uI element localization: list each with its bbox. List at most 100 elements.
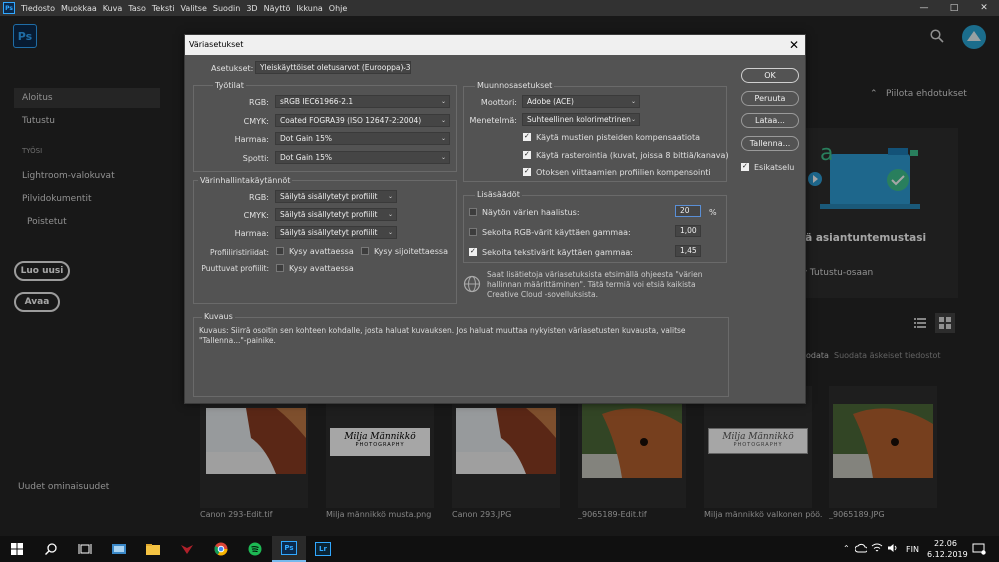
- minimize-icon[interactable]: —: [909, 0, 939, 16]
- clock-date[interactable]: 6.12.2019: [927, 550, 968, 559]
- windows-start-icon[interactable]: [0, 536, 34, 562]
- scene-checkbox[interactable]: [523, 167, 531, 176]
- menu-3d[interactable]: 3D: [246, 4, 257, 13]
- cloud-sync-icon[interactable]: [854, 543, 868, 553]
- chrome-icon[interactable]: [204, 536, 238, 562]
- ws-rgb-select[interactable]: sRGB IEC61966-2.1 ⌄: [275, 95, 450, 108]
- pol-cmyk-value: Säilytä sisällytetyt profiilit: [280, 210, 378, 219]
- color-settings-dialog: Väriasetukset ✕ Asetukset: Yleiskäyttöis…: [184, 34, 806, 404]
- mismatch-ask-open-label: Kysy avattaessa: [289, 247, 354, 256]
- volume-icon[interactable]: [887, 543, 899, 553]
- chevron-down-icon: ⌄: [387, 211, 393, 218]
- blend-rgb-input[interactable]: 1,00: [675, 225, 701, 237]
- ws-cmyk-value: Coated FOGRA39 (ISO 12647-2:2004): [280, 116, 422, 125]
- chevron-down-icon: ⌄: [387, 229, 393, 236]
- menu-select[interactable]: Valitse: [180, 4, 206, 13]
- menu-image[interactable]: Kuva: [103, 4, 123, 13]
- ws-gray-label: Harmaa:: [234, 135, 269, 144]
- search-icon[interactable]: [34, 536, 68, 562]
- missing-label: Puuttuvat profiilit:: [201, 264, 269, 273]
- desaturate-checkbox[interactable]: [469, 208, 477, 216]
- blend-text-input[interactable]: 1,45: [675, 245, 701, 257]
- pol-gray-value: Säilytä sisällytetyt profiilit: [280, 228, 378, 237]
- close-icon[interactable]: ✕: [969, 0, 999, 16]
- ok-button[interactable]: OK: [741, 68, 799, 83]
- mismatch-ask-paste-label: Kysy sijoitettaessa: [374, 247, 448, 256]
- language-indicator[interactable]: FIN: [906, 545, 919, 554]
- menu-filter[interactable]: Suodin: [213, 4, 240, 13]
- photoshop-taskbar-label: Ps: [281, 541, 297, 555]
- bpc-checkbox[interactable]: [523, 132, 531, 141]
- mismatch-ask-paste-checkbox[interactable]: [361, 247, 369, 255]
- ws-gray-select[interactable]: Dot Gain 15% ⌄: [275, 132, 450, 145]
- menu-layer[interactable]: Taso: [128, 4, 146, 13]
- missing-ask-open-label: Kysy avattaessa: [289, 264, 354, 273]
- pol-cmyk-select[interactable]: Säilytä sisällytetyt profiilit ⌄: [275, 208, 397, 221]
- pol-rgb-select[interactable]: Säilytä sisällytetyt profiilit ⌄: [275, 190, 397, 203]
- task-view-icon[interactable]: [68, 536, 102, 562]
- description-text: Kuvaus: Siirrä osoitin sen kohteen kohda…: [199, 326, 686, 345]
- menu-type[interactable]: Teksti: [152, 4, 175, 13]
- window-controls: — □ ✕: [909, 0, 999, 16]
- close-icon[interactable]: ✕: [789, 35, 799, 55]
- menu-file[interactable]: Tiedosto: [21, 4, 55, 13]
- globe-info-icon: [463, 275, 481, 293]
- preview-checkbox[interactable]: [741, 162, 749, 171]
- settings-select[interactable]: Yleiskäyttöiset oletusarvot (Eurooppa) 3…: [255, 61, 411, 74]
- working-spaces-title: Työtilat: [213, 81, 246, 90]
- ws-gray-value: Dot Gain 15%: [280, 134, 332, 143]
- pol-cmyk-label: CMYK:: [243, 211, 269, 220]
- chevron-down-icon: ⌄: [630, 98, 636, 105]
- ws-spot-select[interactable]: Dot Gain 15% ⌄: [275, 151, 450, 164]
- engine-select[interactable]: Adobe (ACE) ⌄: [522, 95, 640, 108]
- pol-rgb-value: Säilytä sisällytetyt profiilit: [280, 192, 378, 201]
- predator-icon[interactable]: [170, 536, 204, 562]
- mismatch-label: Profiiliristiriidat:: [209, 248, 269, 257]
- load-button[interactable]: Lataa...: [741, 113, 799, 128]
- mismatch-ask-open-checkbox[interactable]: [276, 247, 284, 255]
- file-explorer-icon[interactable]: [136, 536, 170, 562]
- menu-window[interactable]: Ikkuna: [296, 4, 322, 13]
- save-button[interactable]: Tallenna...: [741, 136, 799, 151]
- cancel-button[interactable]: Peruuta: [741, 91, 799, 106]
- chevron-down-icon: ⌄: [630, 116, 636, 123]
- settings-select-value: Yleiskäyttöiset oletusarvot (Eurooppa) 3: [260, 63, 411, 72]
- chevron-up-icon[interactable]: ⌃: [843, 544, 850, 553]
- ws-spot-label: Spotti:: [242, 154, 269, 163]
- ws-cmyk-select[interactable]: Coated FOGRA39 (ISO 12647-2:2004) ⌄: [275, 114, 450, 127]
- taskbar-lightroom-icon[interactable]: Lr: [306, 536, 340, 562]
- percent-label: %: [709, 208, 717, 217]
- menu-view[interactable]: Näyttö: [264, 4, 291, 13]
- description-title: Kuvaus: [202, 312, 235, 321]
- chevron-down-icon: ⌄: [440, 154, 446, 161]
- missing-ask-open-checkbox[interactable]: [276, 264, 284, 272]
- maximize-icon[interactable]: □: [939, 0, 969, 16]
- spotify-icon[interactable]: [238, 536, 272, 562]
- menu-edit[interactable]: Muokkaa: [61, 4, 97, 13]
- conversion-title: Muunnosasetukset: [475, 81, 555, 90]
- chevron-down-icon: ⌄: [387, 193, 393, 200]
- dither-checkbox[interactable]: [523, 150, 531, 159]
- wifi-icon[interactable]: [871, 543, 883, 553]
- notifications-icon[interactable]: [972, 543, 986, 555]
- windows-taskbar: Ps Lr ⌃ FIN 22.06 6.12.2019: [0, 536, 999, 562]
- ws-spot-value: Dot Gain 15%: [280, 153, 332, 162]
- menu-help[interactable]: Ohje: [329, 4, 348, 13]
- pol-rgb-label: RGB:: [249, 193, 269, 202]
- chevron-down-icon: ⌄: [440, 98, 446, 105]
- pol-gray-select[interactable]: Säilytä sisällytetyt profiilit ⌄: [275, 226, 397, 239]
- taskbar-photoshop-icon[interactable]: Ps: [272, 536, 306, 562]
- ws-rgb-label: RGB:: [249, 98, 269, 107]
- menu-bar: Ps Tiedosto Muokkaa Kuva Taso Teksti Val…: [0, 0, 999, 16]
- advanced-title: Lisäsäädöt: [475, 190, 522, 199]
- intent-select[interactable]: Suhteellinen kolorimetrinen ⌄: [522, 113, 640, 126]
- ws-cmyk-label: CMYK:: [243, 117, 269, 126]
- control-panel-icon[interactable]: [102, 536, 136, 562]
- chevron-down-icon: ⌄: [440, 135, 446, 142]
- bpc-label: Käytä mustien pisteiden kompensaatiota: [536, 133, 700, 142]
- clock-time[interactable]: 22.06: [934, 539, 957, 548]
- policies-title: Värinhallintakäytännöt: [198, 176, 293, 185]
- desaturate-input[interactable]: 20: [675, 205, 701, 217]
- blend-rgb-checkbox[interactable]: [469, 228, 477, 236]
- blend-text-checkbox[interactable]: [469, 247, 477, 256]
